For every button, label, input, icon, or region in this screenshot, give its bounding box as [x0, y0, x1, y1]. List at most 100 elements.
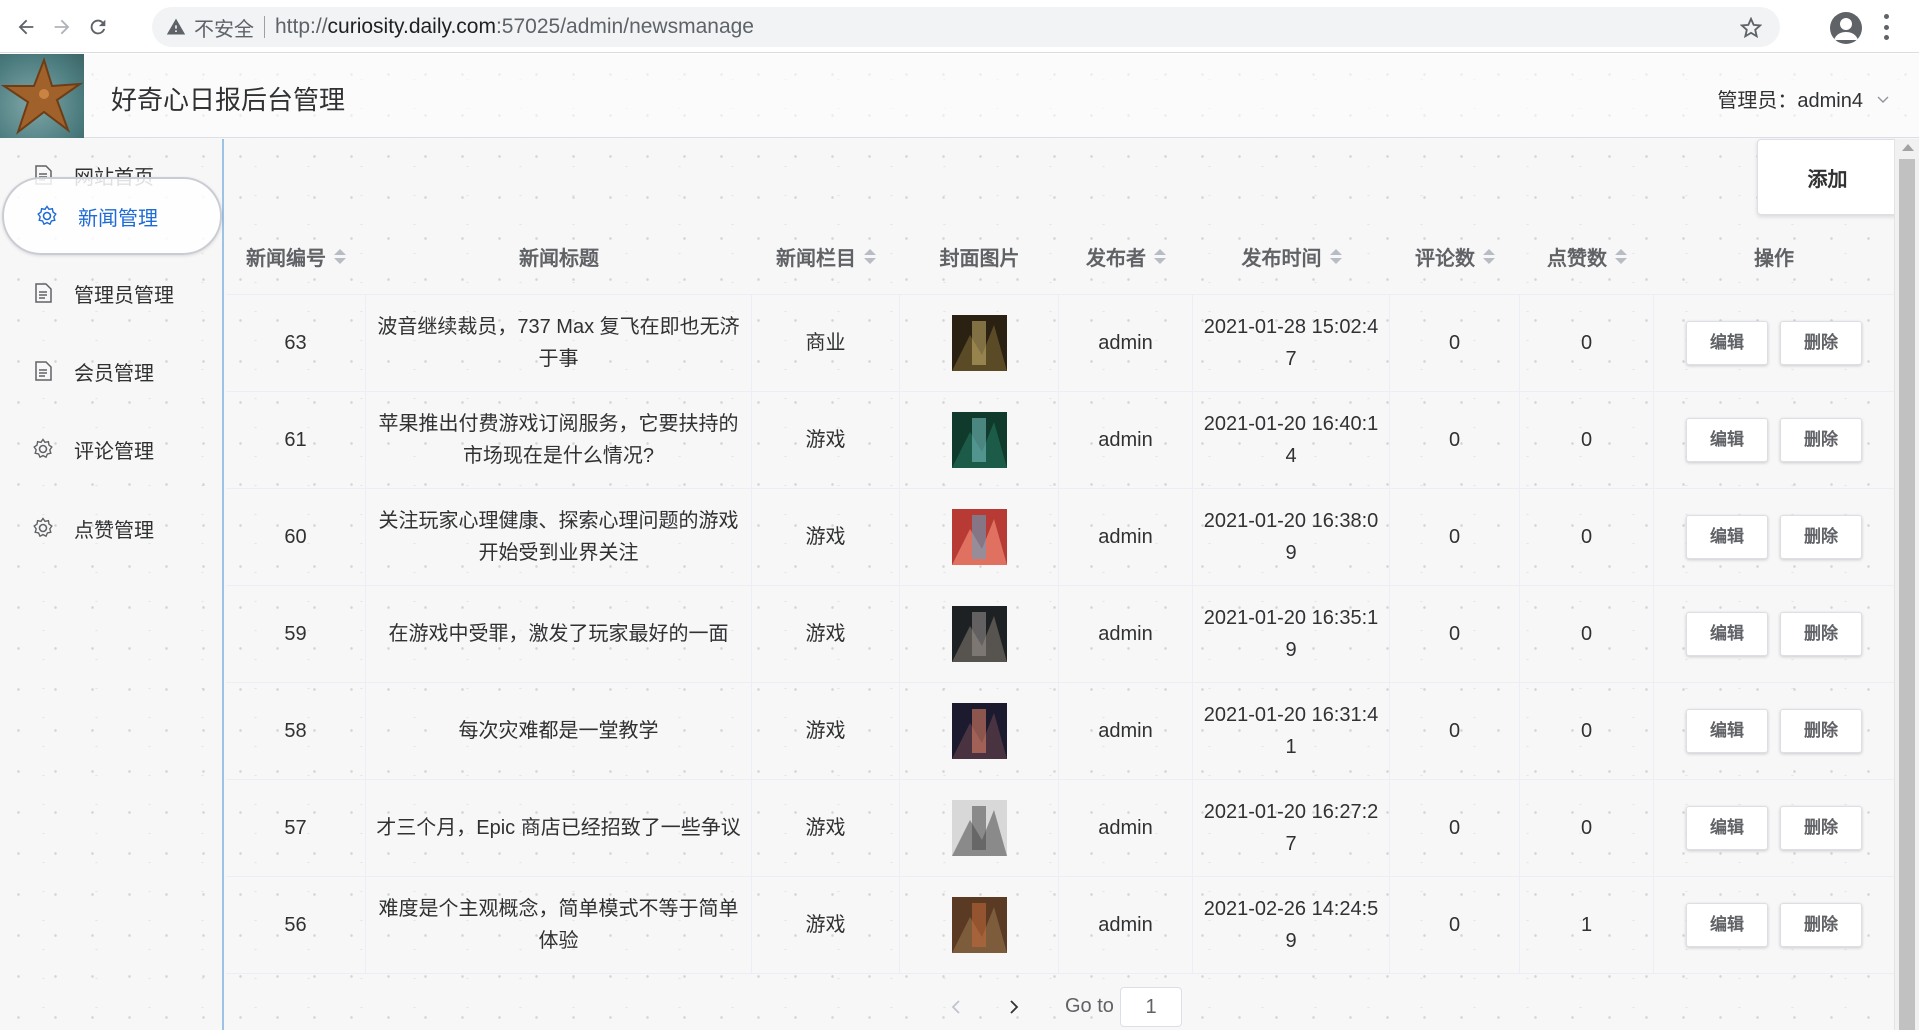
cell-category: 游戏 — [752, 683, 900, 779]
cell-cover — [900, 780, 1059, 876]
delete-button[interactable]: 删除 — [1780, 515, 1862, 559]
sort-caret-icon[interactable] — [1483, 249, 1495, 264]
comment-count: 0 — [1448, 720, 1461, 742]
site-title: 好奇心日报后台管理 — [111, 85, 346, 115]
news-publisher: admin — [1098, 817, 1153, 839]
news-category: 游戏 — [805, 720, 846, 742]
insecure-label: 不安全 — [194, 18, 254, 41]
column-header-label: 新闻标题 — [519, 248, 599, 270]
cell-id: 56 — [226, 877, 366, 973]
cell-time: 2021-01-20 16:27:27 — [1193, 780, 1390, 876]
browser-menu-icon[interactable] — [1883, 14, 1889, 40]
sidebar-item-comments[interactable]: 评论管理 — [0, 417, 222, 481]
chevron-right-icon[interactable] — [1002, 995, 1026, 1019]
news-time: 2021-01-20 16:40:14 — [1203, 413, 1379, 467]
user-label: 管理员：admin4 — [1717, 90, 1863, 112]
news-time: 2021-01-28 15:02:47 — [1203, 316, 1379, 370]
news-category: 游戏 — [805, 526, 846, 548]
cover-thumbnail — [951, 703, 1007, 759]
news-publisher: admin — [1098, 623, 1153, 645]
cell-title: 苹果推出付费游戏订阅服务，它要扶持的市场现在是什么情况? — [366, 392, 752, 488]
cell-actions: 编辑 删除 — [1654, 295, 1894, 391]
scrollbar-thumb[interactable] — [1899, 159, 1915, 1030]
delete-button[interactable]: 删除 — [1780, 321, 1862, 365]
news-id: 59 — [284, 623, 307, 645]
edit-button[interactable]: 编辑 — [1686, 903, 1768, 947]
news-time: 2021-01-20 16:35:19 — [1203, 607, 1379, 661]
cell-id: 63 — [226, 295, 366, 391]
bookmark-star-icon[interactable] — [1740, 17, 1762, 39]
cell-comments: 0 — [1390, 392, 1520, 488]
arrow-right-icon — [54, 19, 70, 35]
delete-button[interactable]: 删除 — [1780, 418, 1862, 462]
comment-count: 0 — [1448, 817, 1461, 839]
sort-caret-icon[interactable] — [1329, 249, 1342, 264]
news-category: 游戏 — [805, 817, 846, 839]
cell-comments: 0 — [1390, 586, 1520, 682]
column-header-label: 操作 — [1754, 248, 1794, 270]
delete-button[interactable]: 删除 — [1780, 903, 1862, 947]
sidebar-item-members[interactable]: 会员管理 — [0, 339, 222, 403]
cover-thumbnail — [951, 897, 1007, 953]
chevron-left-icon[interactable] — [944, 995, 968, 1019]
cell-comments: 0 — [1390, 489, 1520, 585]
sidebar-item-admins[interactable]: 管理员管理 — [0, 261, 222, 325]
back-button[interactable] — [9, 10, 43, 44]
sidebar-item-likes[interactable]: 点赞管理 — [0, 496, 222, 560]
cell-time: 2021-01-20 16:31:41 — [1193, 683, 1390, 779]
cell-cover — [900, 586, 1059, 682]
sidebar-item-label: 新闻管理 — [78, 207, 158, 230]
column-header-label: 新闻编号 — [246, 248, 326, 270]
edit-button[interactable]: 编辑 — [1686, 321, 1768, 365]
edit-button[interactable]: 编辑 — [1686, 709, 1768, 753]
cell-title: 难度是个主观概念，简单模式不等于简单体验 — [366, 877, 752, 973]
edit-button[interactable]: 编辑 — [1686, 806, 1768, 850]
column-header-id[interactable]: 新闻编号 — [226, 219, 366, 294]
delete-button[interactable]: 删除 — [1780, 709, 1862, 753]
comment-count: 0 — [1448, 332, 1461, 354]
page-jump-input[interactable]: 1 — [1120, 987, 1182, 1027]
vertical-scrollbar[interactable] — [1894, 139, 1919, 1030]
comment-count: 0 — [1448, 526, 1461, 548]
reload-button[interactable] — [81, 10, 115, 44]
arrow-left-icon — [18, 19, 34, 35]
chevron-down-icon — [1877, 96, 1889, 103]
sort-caret-icon[interactable] — [334, 249, 346, 264]
column-header-cover: 封面图片 — [900, 219, 1059, 294]
cell-id: 57 — [226, 780, 366, 876]
column-header-publisher[interactable]: 发布者 — [1059, 219, 1193, 294]
column-header-likes[interactable]: 点赞数 — [1520, 219, 1654, 294]
user-menu[interactable]: 管理员：admin4 — [1717, 84, 1889, 113]
delete-button[interactable]: 删除 — [1780, 806, 1862, 850]
cell-cover — [900, 877, 1059, 973]
news-title: 关注玩家心理健康、探索心理问题的游戏开始受到业界关注 — [378, 510, 739, 564]
comment-count: 0 — [1448, 429, 1461, 451]
cover-thumbnail — [951, 800, 1007, 856]
gear-icon — [36, 205, 58, 227]
scroll-up-arrow-icon[interactable] — [1902, 144, 1914, 151]
sort-caret-icon[interactable] — [1615, 249, 1627, 264]
sidebar-item-label: 点赞管理 — [74, 519, 154, 542]
sidebar: 网站首页 新闻管理 管理员管理 会员管理 评论管理 点赞管理 — [0, 139, 224, 1030]
cell-publisher: admin — [1059, 586, 1193, 682]
sort-caret-icon[interactable] — [1154, 249, 1166, 264]
column-header-comments[interactable]: 评论数 — [1390, 219, 1520, 294]
address-bar[interactable]: 不安全 http://curiosity.daily.com:57025/adm… — [152, 7, 1780, 47]
edit-button[interactable]: 编辑 — [1686, 515, 1768, 559]
sidebar-item-news[interactable]: 新闻管理 — [2, 177, 222, 255]
divider — [264, 16, 265, 38]
table-row: 56 难度是个主观概念，简单模式不等于简单体验 游戏 admin 2021-02-26 … — [226, 877, 1894, 974]
edit-button[interactable]: 编辑 — [1686, 612, 1768, 656]
browser-toolbar: 不安全 http://curiosity.daily.com:57025/adm… — [0, 0, 1919, 53]
profile-avatar-icon[interactable] — [1830, 12, 1862, 44]
add-button[interactable]: 添加 — [1757, 139, 1898, 215]
sort-caret-icon[interactable] — [864, 249, 876, 264]
cell-category: 游戏 — [752, 586, 900, 682]
edit-button[interactable]: 编辑 — [1686, 418, 1768, 462]
cell-category: 游戏 — [752, 392, 900, 488]
delete-button[interactable]: 删除 — [1780, 612, 1862, 656]
column-header-category[interactable]: 新闻栏目 — [752, 219, 900, 294]
starfish-logo — [0, 54, 84, 138]
column-header-time[interactable]: 发布时间 — [1193, 219, 1390, 294]
forward-button[interactable] — [45, 10, 79, 44]
